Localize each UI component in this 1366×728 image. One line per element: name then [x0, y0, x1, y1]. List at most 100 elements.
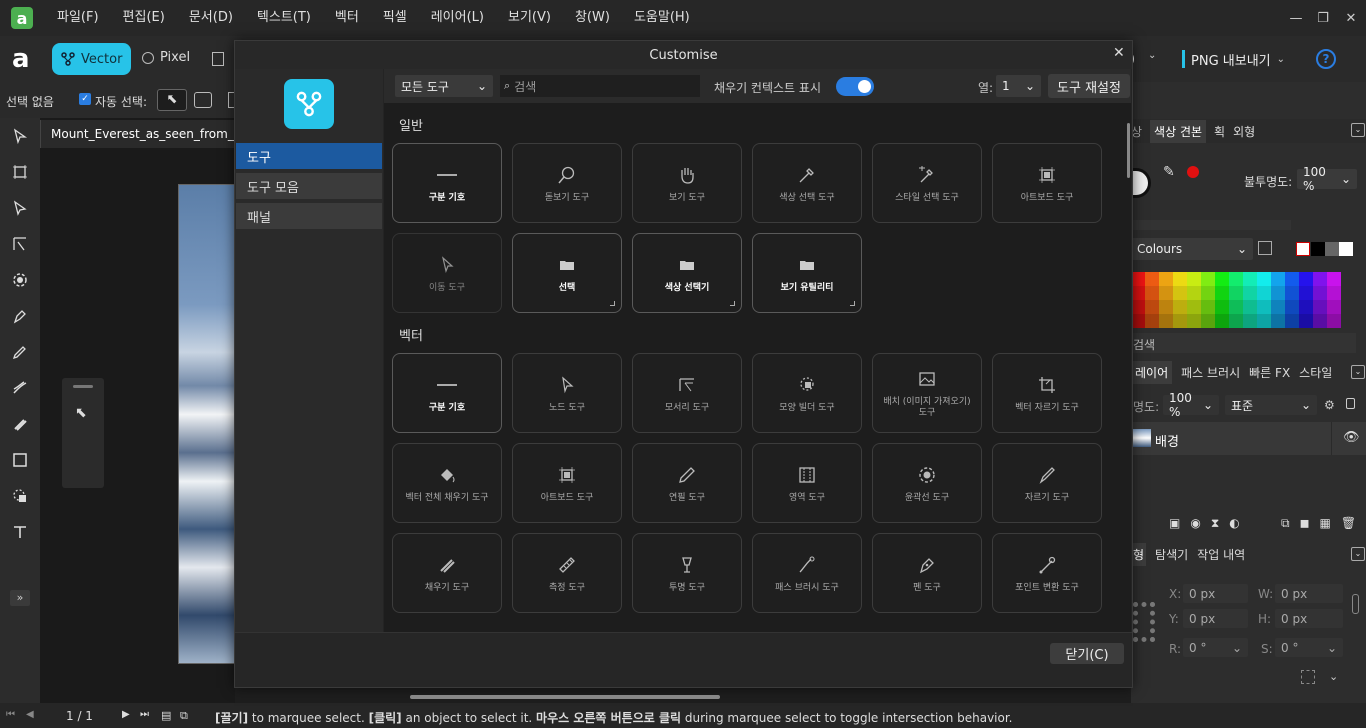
swatch[interactable] [1229, 314, 1243, 328]
swatch[interactable] [1201, 272, 1215, 286]
swatch[interactable] [1299, 272, 1313, 286]
tab-navigator[interactable]: 탐색기 [1155, 546, 1188, 563]
menu-file[interactable]: 파일(F) [45, 0, 111, 36]
tab-history[interactable]: 작업 내역 [1197, 546, 1245, 563]
eyedropper-icon[interactable]: ✎ [1163, 164, 1175, 180]
text-tool-icon[interactable] [0, 514, 40, 550]
canvas-area[interactable]: Mount_Everest_as_seen_from_Drukair ⬉ [40, 118, 278, 703]
tool-card-4[interactable]: 모양 빌더 도구 [752, 353, 862, 433]
swatch[interactable] [1131, 272, 1145, 286]
last-page-icon[interactable]: ⏭ [140, 709, 149, 720]
link-ratio-icon[interactable] [1352, 594, 1359, 614]
brush-tool-icon[interactable] [0, 370, 40, 406]
sidebar-item-toolbars[interactable]: 도구 모음 [236, 173, 382, 199]
dialog-close-icon[interactable]: ✕ [1113, 45, 1125, 61]
swatch[interactable] [1159, 300, 1173, 314]
swatch[interactable] [1215, 272, 1229, 286]
layer-opacity-dropdown[interactable]: 100 % ⌄ [1163, 391, 1219, 419]
swatch[interactable] [1187, 272, 1201, 286]
swatch[interactable] [1215, 314, 1229, 328]
h-field[interactable]: 0 px [1275, 609, 1343, 628]
export-persona-icon[interactable] [212, 52, 224, 66]
tool-card-12[interactable]: 자르기 도구 [992, 443, 1102, 523]
add-layer-icon[interactable]: ◼ [1300, 516, 1310, 531]
swatch[interactable] [1271, 286, 1285, 300]
menu-help[interactable]: 도움말(H) [622, 0, 702, 36]
fill-tool-icon[interactable] [0, 406, 40, 442]
expand-tools-icon[interactable]: » [10, 590, 30, 606]
menu-window[interactable]: 창(W) [563, 0, 622, 36]
tool-card-9[interactable]: 색상 선택기 [632, 233, 742, 313]
swatch-gray[interactable] [1325, 242, 1339, 256]
swatch[interactable] [1285, 286, 1299, 300]
corner-tool-icon[interactable] [0, 226, 40, 262]
tool-card-17[interactable]: 펜 도구 [872, 533, 982, 613]
tool-card-9[interactable]: 연필 도구 [632, 443, 742, 523]
scrollbar-thumb[interactable] [1127, 123, 1130, 178]
pixel-persona-button[interactable]: Pixel [142, 50, 190, 65]
tool-card-7[interactable]: 이동 도구 [392, 233, 502, 313]
fill-stroke-icon[interactable] [1131, 168, 1151, 198]
shear-field[interactable]: 0 ° ⌄ [1275, 638, 1343, 657]
rectangle-tool-icon[interactable] [0, 442, 40, 478]
first-page-icon[interactable]: ⏮ [6, 709, 15, 720]
swatch[interactable] [1285, 272, 1299, 286]
swatch[interactable] [1285, 314, 1299, 328]
menu-view[interactable]: 보기(V) [496, 0, 563, 36]
pen-tool-icon[interactable] [0, 298, 40, 334]
swatch[interactable] [1131, 286, 1145, 300]
swatch[interactable] [1257, 314, 1271, 328]
swatch[interactable] [1299, 286, 1313, 300]
blend-icon[interactable]: ◐ [1229, 516, 1239, 531]
swatch[interactable] [1327, 286, 1341, 300]
swatch[interactable] [1159, 314, 1173, 328]
shape-builder-tool-icon[interactable] [0, 478, 40, 514]
swatch[interactable] [1271, 300, 1285, 314]
horizontal-scrollbar[interactable] [410, 695, 720, 699]
w-field[interactable]: 0 px [1275, 584, 1343, 603]
panel-collapse-icon[interactable]: ⌄ [1351, 123, 1365, 137]
swatch[interactable] [1201, 300, 1215, 314]
swatch[interactable] [1173, 300, 1187, 314]
drag-handle-icon[interactable] [73, 385, 93, 388]
swatch[interactable] [1243, 286, 1257, 300]
swatch[interactable] [1145, 314, 1159, 328]
swatch-search[interactable]: 검색 [1131, 333, 1356, 353]
tab-path-brush[interactable]: 패스 브러시 [1181, 364, 1240, 381]
close-dialog-button[interactable]: 닫기(C) [1050, 643, 1124, 664]
export-png-button[interactable]: PNG 내보내기 ⌄ [1182, 47, 1290, 71]
swatch[interactable] [1313, 300, 1327, 314]
swatch[interactable] [1187, 314, 1201, 328]
swatch[interactable] [1215, 300, 1229, 314]
swatch[interactable] [1215, 286, 1229, 300]
contour-tool-icon[interactable] [0, 262, 40, 298]
fx-icon[interactable]: ▣ [1169, 516, 1180, 531]
duplicate-icon[interactable]: ⧉ [180, 709, 188, 723]
tab-swatches[interactable]: 색상 견본 [1150, 119, 1207, 143]
artboard-tool-icon[interactable] [0, 154, 40, 190]
tab-appearance[interactable]: 외형 [1233, 123, 1255, 140]
tool-card-14[interactable]: 측정 도구 [512, 533, 622, 613]
chevron-down-icon[interactable]: ⌄ [1148, 50, 1156, 61]
swatch[interactable] [1201, 286, 1215, 300]
tool-card-7[interactable]: 벡터 전체 채우기 도구 [392, 443, 502, 523]
current-colour-swatch[interactable] [1187, 166, 1199, 178]
swatch-black[interactable] [1311, 242, 1325, 256]
menu-text[interactable]: 텍스트(T) [245, 0, 323, 36]
tool-card-8[interactable]: 선택 [512, 233, 622, 313]
swatch[interactable] [1145, 272, 1159, 286]
swatch[interactable] [1187, 300, 1201, 314]
tool-card-15[interactable]: 투명 도구 [632, 533, 742, 613]
fill-context-toggle[interactable] [836, 77, 874, 96]
tool-card-5[interactable]: 배치 (이미지 가져오기) 도구 [872, 353, 982, 433]
panel-collapse-icon[interactable]: ⌄ [1351, 365, 1365, 379]
pointer-icon[interactable]: ⬉ [75, 405, 87, 421]
swatch[interactable] [1327, 272, 1341, 286]
tool-card-5[interactable]: 스타일 선택 도구 [872, 143, 982, 223]
swatch[interactable] [1229, 286, 1243, 300]
menu-pixel[interactable]: 픽셀 [371, 0, 419, 36]
swatch[interactable] [1159, 272, 1173, 286]
palette-dropdown[interactable]: Colours ⌄ [1131, 238, 1253, 260]
swatch-grid[interactable] [1131, 272, 1341, 330]
layer-row[interactable]: 배경 👁 [1131, 422, 1366, 455]
